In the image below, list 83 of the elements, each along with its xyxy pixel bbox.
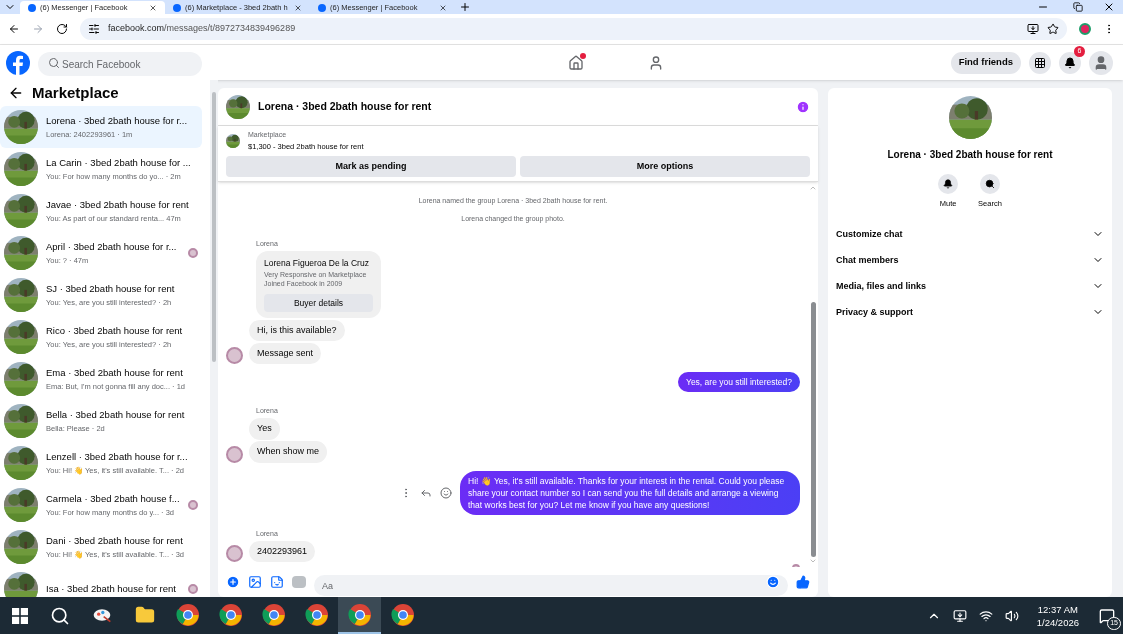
reload-icon[interactable] bbox=[56, 23, 68, 35]
facebook-icon bbox=[318, 3, 326, 12]
facebook-icon bbox=[28, 3, 36, 12]
received-message: 2402293961 bbox=[249, 540, 316, 563]
search-icon[interactable] bbox=[50, 605, 70, 626]
details-title: Lorena · 3bed 2bath house for rent bbox=[887, 148, 1053, 162]
clock-time[interactable]: 12:37 AM bbox=[1037, 602, 1078, 616]
back-icon[interactable] bbox=[8, 23, 20, 35]
conversation-title: Carmela · 3bed 2bath house f... bbox=[46, 492, 180, 507]
details-section[interactable]: Media, files and links bbox=[836, 273, 1104, 300]
scrollbar[interactable] bbox=[212, 92, 216, 362]
received-message: Hi, is this available? bbox=[249, 319, 345, 342]
address-bar[interactable]: facebook.com/messages/t/8972734839496289 bbox=[80, 18, 1067, 40]
windows-icon[interactable] bbox=[12, 607, 28, 624]
install-icon[interactable] bbox=[1027, 23, 1039, 35]
conversation-title: La Carin · 3bed 2bath house for ... bbox=[46, 156, 192, 171]
listing-action-button[interactable]: Mark as pending bbox=[226, 155, 516, 177]
restore-icon[interactable] bbox=[1073, 2, 1083, 12]
wifi-icon[interactable] bbox=[978, 608, 993, 623]
browser-icon[interactable] bbox=[304, 602, 329, 627]
browser-icon[interactable] bbox=[218, 602, 243, 627]
close-window-icon[interactable] bbox=[1103, 1, 1115, 13]
device-icon[interactable] bbox=[952, 608, 967, 623]
conversation-title: April · 3bed 2bath house for r... bbox=[46, 240, 178, 255]
details-section[interactable]: Privacy & support bbox=[836, 299, 1104, 326]
sent-message: Yes, are you still interested? bbox=[678, 372, 800, 392]
conversation-title: Ema · 3bed 2bath house for rent bbox=[46, 366, 184, 381]
buyer-name: Lorena Figueroa De la Cruz bbox=[264, 257, 370, 270]
conversation-title: Javae · 3bed 2bath house for rent bbox=[46, 198, 190, 213]
conversation-title: Bella · 3bed 2bath house for rent bbox=[46, 408, 186, 423]
search-field[interactable]: Search Facebook bbox=[38, 52, 202, 76]
conversation-title: Isa · 3bed 2bath house for rent bbox=[46, 581, 177, 596]
chat-title: Lorena · 3bed 2bath house for rent bbox=[258, 98, 433, 114]
bell-icon bbox=[943, 179, 954, 189]
received-message: Message sent bbox=[249, 342, 322, 365]
volume-icon[interactable] bbox=[1004, 608, 1019, 623]
account-button[interactable] bbox=[1089, 50, 1113, 75]
photo-icon[interactable] bbox=[248, 575, 262, 589]
conversation-title: Dani · 3bed 2bath house for rent bbox=[46, 534, 184, 549]
new-tab-icon[interactable] bbox=[459, 1, 471, 13]
sidebar-title: Marketplace bbox=[32, 82, 119, 103]
site-info-icon[interactable] bbox=[88, 23, 100, 35]
bookmark-icon[interactable] bbox=[1047, 23, 1059, 35]
search-icon bbox=[48, 56, 60, 69]
back-icon[interactable] bbox=[8, 85, 24, 101]
browser-icon[interactable] bbox=[261, 602, 286, 627]
grid-icon bbox=[1034, 56, 1046, 69]
profile-icon[interactable] bbox=[1079, 23, 1091, 35]
person-icon bbox=[1093, 54, 1109, 71]
react-icon[interactable] bbox=[440, 486, 452, 499]
emoji-icon[interactable] bbox=[766, 575, 780, 589]
search-icon bbox=[985, 179, 995, 189]
conversation-title: Lorena · 3bed 2bath house for r... bbox=[46, 114, 188, 129]
buyer-details-button[interactable]: Buyer details bbox=[264, 294, 373, 312]
details-section[interactable]: Customize chat bbox=[836, 221, 1104, 248]
received-message: Yes bbox=[249, 418, 280, 440]
facebook-logo[interactable] bbox=[6, 50, 30, 75]
facebook-icon bbox=[173, 3, 181, 12]
add-icon[interactable] bbox=[226, 575, 240, 589]
browser-icon[interactable] bbox=[175, 602, 200, 627]
notifications-button[interactable] bbox=[1059, 51, 1081, 74]
folder-icon[interactable] bbox=[134, 604, 155, 625]
message-field[interactable]: Aa bbox=[314, 575, 788, 596]
received-message: When show me bbox=[249, 441, 328, 463]
details-section[interactable]: Chat members bbox=[836, 247, 1104, 274]
sticker-icon[interactable] bbox=[270, 575, 284, 589]
like-icon[interactable] bbox=[796, 575, 810, 589]
bell-icon bbox=[1064, 56, 1076, 69]
browser-icon[interactable] bbox=[390, 602, 415, 627]
conversation-title: Lenzell · 3bed 2bath house for r... bbox=[46, 450, 189, 465]
browser-icon[interactable] bbox=[347, 602, 372, 627]
conversation-title: Rico · 3bed 2bath house for rent bbox=[46, 324, 184, 339]
close-icon[interactable] bbox=[439, 3, 447, 12]
close-icon[interactable] bbox=[294, 3, 302, 12]
menu-button[interactable] bbox=[1029, 51, 1051, 74]
info-icon[interactable] bbox=[796, 99, 810, 114]
close-icon[interactable] bbox=[149, 3, 157, 12]
home-icon[interactable] bbox=[568, 54, 585, 71]
sent-message: Hi! 👋 Yes, it's still available. Thanks for your interest in the rental. Could you please share your contact number so I can send you the full details and arrange a viewing that works best for you? Let me know if you have any questions! bbox=[460, 470, 800, 515]
listing-action-button[interactable]: More options bbox=[520, 155, 810, 177]
find-friends-button[interactable]: Find friends bbox=[950, 51, 1021, 74]
conversation-title: SJ · 3bed 2bath house for rent bbox=[46, 282, 176, 297]
clock-date[interactable]: 1/24/2026 bbox=[1036, 615, 1079, 629]
